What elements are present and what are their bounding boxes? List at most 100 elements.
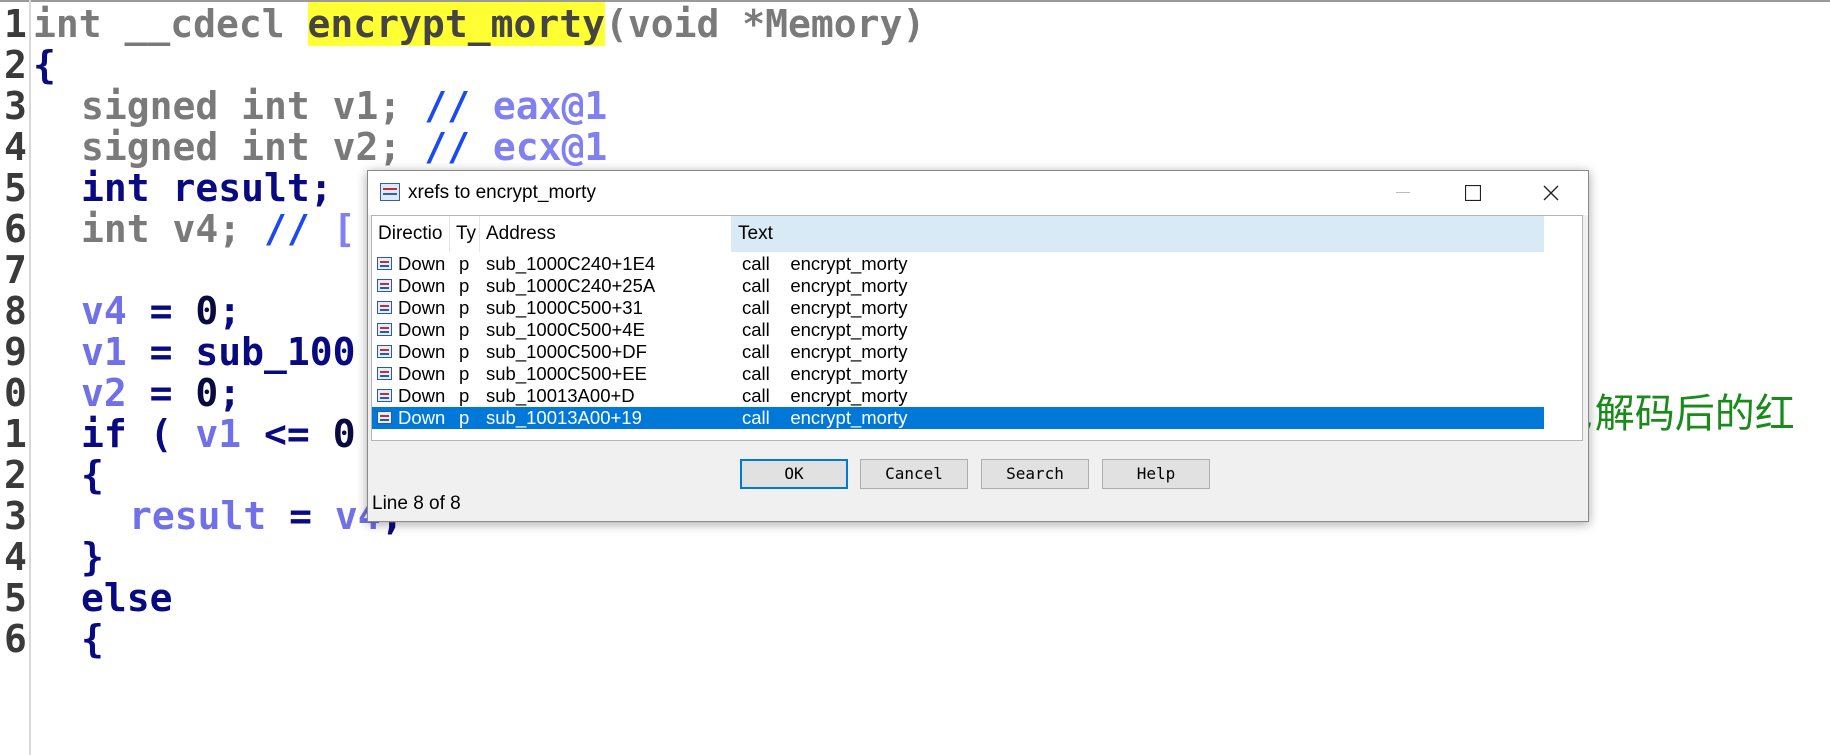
minimize-button[interactable] <box>1368 171 1438 215</box>
search-button[interactable]: Search <box>981 459 1089 489</box>
cancel-button[interactable]: Cancel <box>860 459 968 489</box>
gutter-separator <box>29 0 31 755</box>
xref-code-icon <box>377 367 392 380</box>
code-line-16: { <box>81 617 104 661</box>
code-line-11[interactable]: if ( v1 <= 0 <box>81 410 356 458</box>
xrefs-rows: Down p sub_1000C240+1E4 call encrypt_morty … <box>372 253 1544 429</box>
xref-row[interactable]: Down p sub_1000C500+EE call encrypt_morty <box>372 363 1544 385</box>
semicolon: ; <box>218 371 242 415</box>
number-literal: 0 <box>195 289 219 333</box>
comment-marker: // <box>401 84 493 128</box>
semicolon: ; <box>378 84 402 128</box>
xrefs-list[interactable]: Directio Ty Address Text Down p sub_1000C2… <box>371 215 1583 441</box>
column-header-text[interactable]: Text <box>732 216 1544 252</box>
highlighted-function-name[interactable]: encrypt_morty <box>307 2 605 46</box>
semicolon: ; <box>309 166 333 210</box>
maximize-button[interactable] <box>1438 171 1508 215</box>
column-header-direction[interactable]: Directio <box>372 216 450 252</box>
number-literal: 0 <box>195 371 219 415</box>
comment-tail: [ <box>332 207 356 251</box>
variable-name[interactable]: v2 <box>333 125 379 169</box>
operator: = <box>266 494 335 538</box>
xref-text: call encrypt_morty <box>742 275 908 296</box>
code-line-6[interactable]: int v4; // [ <box>81 205 356 253</box>
xrefs-app-icon <box>380 183 400 201</box>
xref-direction: Down <box>398 275 446 296</box>
xrefs-dialog[interactable]: xrefs to encrypt_morty Directio Ty Addre… <box>367 170 1589 522</box>
xref-row[interactable]: Down p sub_1000C240+1E4 call encrypt_morty <box>372 253 1544 275</box>
status-line: Line 8 of 8 <box>372 493 461 514</box>
xref-text: call encrypt_morty <box>742 297 908 318</box>
xref-text: call encrypt_morty <box>742 385 908 406</box>
xref-code-icon <box>377 279 392 292</box>
xref-text: call encrypt_morty <box>742 253 908 274</box>
xref-row[interactable]: Down p sub_1000C500+4E call encrypt_morty <box>372 319 1544 341</box>
variable-name[interactable]: v4 <box>173 207 219 251</box>
xref-address: sub_1000C500+4E <box>486 319 645 340</box>
xref-direction: Down <box>398 385 446 406</box>
type-keyword: signed int <box>81 84 333 128</box>
code-line-1[interactable]: int __cdecl encrypt_morty(void *Memory) <box>33 0 925 48</box>
xref-code-icon <box>377 257 392 270</box>
minimize-icon <box>1396 191 1410 193</box>
ok-button[interactable]: OK <box>740 459 848 489</box>
xref-type: p <box>459 341 470 362</box>
variable-name[interactable]: v4 <box>81 289 127 333</box>
xref-row-selected[interactable]: Down p sub_10013A00+19 call encrypt_morty <box>372 407 1544 429</box>
register-comment: ecx@1 <box>492 125 608 169</box>
variable-name[interactable]: v1 <box>81 330 127 374</box>
xref-direction: Down <box>398 297 446 318</box>
semicolon: ; <box>218 289 242 333</box>
xref-text: call encrypt_morty <box>742 341 908 362</box>
xref-text: call encrypt_morty <box>742 407 908 428</box>
comment-marker: // <box>401 125 493 169</box>
variable-name[interactable]: result <box>173 166 310 210</box>
column-header-type[interactable]: Ty <box>450 216 480 252</box>
comment-marker: // <box>241 207 333 251</box>
xref-type: p <box>459 363 470 384</box>
xref-direction: Down <box>398 253 446 274</box>
operator: = <box>126 371 196 415</box>
chinese-comment: ,解码后的红 <box>1582 391 1795 437</box>
xref-type: p <box>459 253 470 274</box>
variable-name[interactable]: v2 <box>81 371 127 415</box>
dialog-title: xrefs to encrypt_morty <box>408 182 596 203</box>
xref-row[interactable]: Down p sub_1000C500+DF call encrypt_morty <box>372 341 1544 363</box>
close-button[interactable] <box>1516 171 1586 215</box>
dialog-titlebar[interactable]: xrefs to encrypt_morty <box>368 171 1588 215</box>
xref-type: p <box>459 319 470 340</box>
xref-address: sub_1000C500+31 <box>486 297 643 318</box>
open-paren: ( <box>126 412 196 456</box>
xref-code-icon <box>377 301 392 314</box>
line-number: 6 <box>4 617 27 661</box>
function-call[interactable]: sub_100 <box>195 330 355 374</box>
help-button[interactable]: Help <box>1102 459 1210 489</box>
xref-address: sub_10013A00+D <box>486 385 635 406</box>
xref-direction: Down <box>398 363 446 384</box>
semicolon: ; <box>218 207 242 251</box>
xref-text: call encrypt_morty <box>742 319 908 340</box>
number-literal: 0 <box>332 412 356 456</box>
xref-code-icon <box>377 389 392 402</box>
code-line-12: { <box>81 453 104 497</box>
xref-direction: Down <box>398 319 446 340</box>
xref-row[interactable]: Down p sub_10013A00+D call encrypt_morty <box>372 385 1544 407</box>
xref-row[interactable]: Down p sub_1000C500+31 call encrypt_morty <box>372 297 1544 319</box>
operator: = <box>126 289 196 333</box>
function-signature-prefix: int __cdecl <box>33 2 308 46</box>
xref-code-icon <box>377 345 392 358</box>
xref-row[interactable]: Down p sub_1000C240+25A call encrypt_morty <box>372 275 1544 297</box>
function-signature-params: (void *Memory) <box>604 2 926 46</box>
column-header-address[interactable]: Address <box>480 216 732 252</box>
variable-name[interactable]: v1 <box>195 412 241 456</box>
xref-type: p <box>459 297 470 318</box>
xref-code-icon <box>377 411 392 424</box>
code-line-13[interactable]: result = v4; <box>129 492 404 540</box>
close-icon <box>1543 185 1559 201</box>
variable-name[interactable]: result <box>129 494 266 538</box>
type-keyword: int <box>81 207 173 251</box>
xref-address: sub_1000C240+1E4 <box>486 253 656 274</box>
code-line-2: { <box>33 43 56 87</box>
variable-name[interactable]: v1 <box>333 84 379 128</box>
type-keyword: int <box>81 166 173 210</box>
